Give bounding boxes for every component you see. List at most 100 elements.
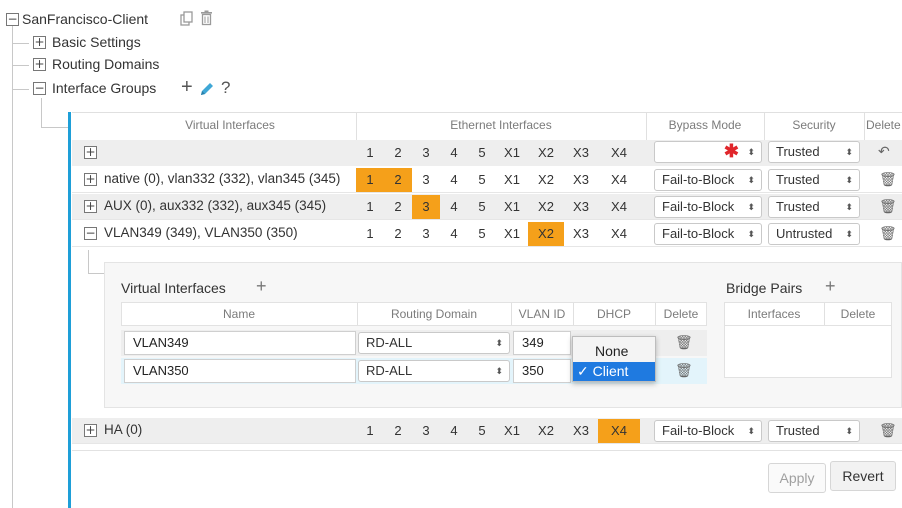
tree-item-interface-groups[interactable]: Interface Groups	[52, 80, 156, 96]
collapse-interface-groups-icon[interactable]: −	[33, 82, 46, 95]
collapse-root-icon[interactable]: −	[6, 13, 19, 26]
routing-domain-select[interactable]: RD-ALL ⬍	[358, 332, 510, 354]
trash-icon[interactable]: 🗑	[879, 199, 897, 215]
row-port-1[interactable]: 1	[356, 168, 384, 192]
row-port-x4[interactable]: X4	[598, 419, 640, 443]
routing-domain-select[interactable]: RD-ALL ⬍	[358, 360, 510, 382]
apply-button[interactable]: Apply	[768, 463, 826, 493]
bypass-mode-select[interactable]: Fail-to-Block ⬍	[654, 169, 762, 191]
row-port-4[interactable]: 4	[440, 419, 468, 443]
delete-vi-icon[interactable]: 🗑	[675, 363, 693, 379]
trash-icon[interactable]: 🗑	[879, 226, 897, 242]
row-port-4[interactable]: 4	[440, 168, 468, 192]
dhcp-option-client[interactable]: ✓ Client	[573, 362, 655, 381]
row-port-2[interactable]: 2	[384, 168, 412, 192]
expand-row-icon[interactable]: +	[84, 173, 97, 186]
delete-root-icon[interactable]	[200, 10, 213, 29]
row-port-x4[interactable]: X4	[598, 195, 640, 219]
expand-row-icon[interactable]: +	[84, 200, 97, 213]
add-bridge-pair-icon[interactable]: +	[825, 276, 836, 297]
tree-item-basic-settings[interactable]: Basic Settings	[52, 34, 141, 50]
new-port-x2[interactable]: X2	[528, 141, 564, 165]
row-port-x1[interactable]: X1	[496, 195, 528, 219]
new-port-2[interactable]: 2	[384, 141, 412, 165]
add-virtual-interface-icon[interactable]: +	[256, 276, 267, 297]
bypass-mode-select-new[interactable]: ✱ ⬍	[654, 141, 762, 163]
required-asterisk-icon: ✱	[723, 141, 739, 161]
expand-basic-settings-icon[interactable]: +	[33, 36, 46, 49]
collapse-row-icon[interactable]: −	[84, 227, 97, 240]
security-select[interactable]: Trusted ⬍	[768, 196, 860, 218]
row-port-2[interactable]: 2	[384, 222, 412, 246]
row-port-x4[interactable]: X4	[598, 168, 640, 192]
security-select[interactable]: Trusted ⬍	[768, 169, 860, 191]
detail-vi-title: Virtual Interfaces	[121, 280, 226, 296]
row-port-x4[interactable]: X4	[598, 222, 640, 246]
trash-icon[interactable]: 🗑	[879, 423, 897, 439]
row-port-1[interactable]: 1	[356, 222, 384, 246]
new-port-x3[interactable]: X3	[564, 141, 598, 165]
row-port-x2[interactable]: X2	[528, 222, 564, 246]
help-icon[interactable]: ?	[221, 78, 230, 98]
new-port-3[interactable]: 3	[412, 141, 440, 165]
bypass-mode-select[interactable]: Fail-to-Block ⬍	[654, 196, 762, 218]
vlan-id-input[interactable]: 350	[513, 359, 571, 383]
security-select-new[interactable]: Trusted ⬍	[768, 141, 860, 163]
copy-icon[interactable]	[180, 11, 194, 30]
vi-name-input[interactable]: VLAN350	[124, 359, 356, 383]
row-port-x2[interactable]: X2	[528, 419, 564, 443]
trash-icon[interactable]: 🗑	[879, 172, 897, 188]
row-port-3[interactable]: 3	[412, 195, 440, 219]
vi-header-routing-domain: Routing Domain	[390, 307, 478, 321]
delete-vi-icon[interactable]: 🗑	[675, 335, 693, 351]
row-port-x1[interactable]: X1	[496, 222, 528, 246]
row-port-x1[interactable]: X1	[496, 168, 528, 192]
bypass-mode-select[interactable]: Fail-to-Block ⬍	[654, 420, 762, 442]
select-arrows-icon: ⬍	[845, 229, 853, 239]
expand-routing-domains-icon[interactable]: +	[33, 58, 46, 71]
row-port-5[interactable]: 5	[468, 419, 496, 443]
row-port-3[interactable]: 3	[412, 222, 440, 246]
tree-item-routing-domains[interactable]: Routing Domains	[52, 56, 159, 72]
undo-arrow-icon[interactable]: ↶	[878, 143, 890, 160]
row-port-5[interactable]: 5	[468, 195, 496, 219]
dhcp-option-none[interactable]: None	[573, 341, 655, 361]
row-port-x3[interactable]: X3	[564, 222, 598, 246]
row-port-x2[interactable]: X2	[528, 195, 564, 219]
new-port-1[interactable]: 1	[356, 141, 384, 165]
vi-name-input[interactable]: VLAN349	[124, 331, 356, 355]
bp-header-interfaces: Interfaces	[747, 307, 801, 321]
select-arrows-icon: ⬍	[747, 426, 755, 436]
row-port-2[interactable]: 2	[384, 419, 412, 443]
header-bypass-mode: Bypass Mode	[668, 118, 742, 132]
bypass-mode-select[interactable]: Fail-to-Block ⬍	[654, 223, 762, 245]
select-arrows-icon: ⬍	[845, 426, 853, 436]
row-port-5[interactable]: 5	[468, 168, 496, 192]
row-port-5[interactable]: 5	[468, 222, 496, 246]
row-port-1[interactable]: 1	[356, 419, 384, 443]
row-port-3[interactable]: 3	[412, 419, 440, 443]
edit-pencil-icon[interactable]	[198, 80, 216, 101]
row-port-x3[interactable]: X3	[564, 195, 598, 219]
add-interface-group-icon[interactable]: +	[181, 76, 193, 99]
row-port-x2[interactable]: X2	[528, 168, 564, 192]
row-port-2[interactable]: 2	[384, 195, 412, 219]
row-port-x1[interactable]: X1	[496, 419, 528, 443]
new-port-4[interactable]: 4	[440, 141, 468, 165]
row-port-1[interactable]: 1	[356, 195, 384, 219]
add-interface-row-icon[interactable]: +	[84, 146, 97, 159]
row-port-x3[interactable]: X3	[564, 419, 598, 443]
security-select[interactable]: Trusted ⬍	[768, 420, 860, 442]
revert-button[interactable]: Revert	[830, 461, 896, 491]
new-port-5[interactable]: 5	[468, 141, 496, 165]
new-port-x1[interactable]: X1	[496, 141, 528, 165]
security-select[interactable]: Untrusted ⬍	[768, 223, 860, 245]
new-port-x4[interactable]: X4	[598, 141, 640, 165]
row-port-4[interactable]: 4	[440, 222, 468, 246]
row-port-4[interactable]: 4	[440, 195, 468, 219]
row-port-3[interactable]: 3	[412, 168, 440, 192]
dhcp-dropdown[interactable]: None ✓ Client	[572, 336, 656, 382]
expand-row-icon[interactable]: +	[84, 424, 97, 437]
row-port-x3[interactable]: X3	[564, 168, 598, 192]
vlan-id-input[interactable]: 349	[513, 331, 571, 355]
